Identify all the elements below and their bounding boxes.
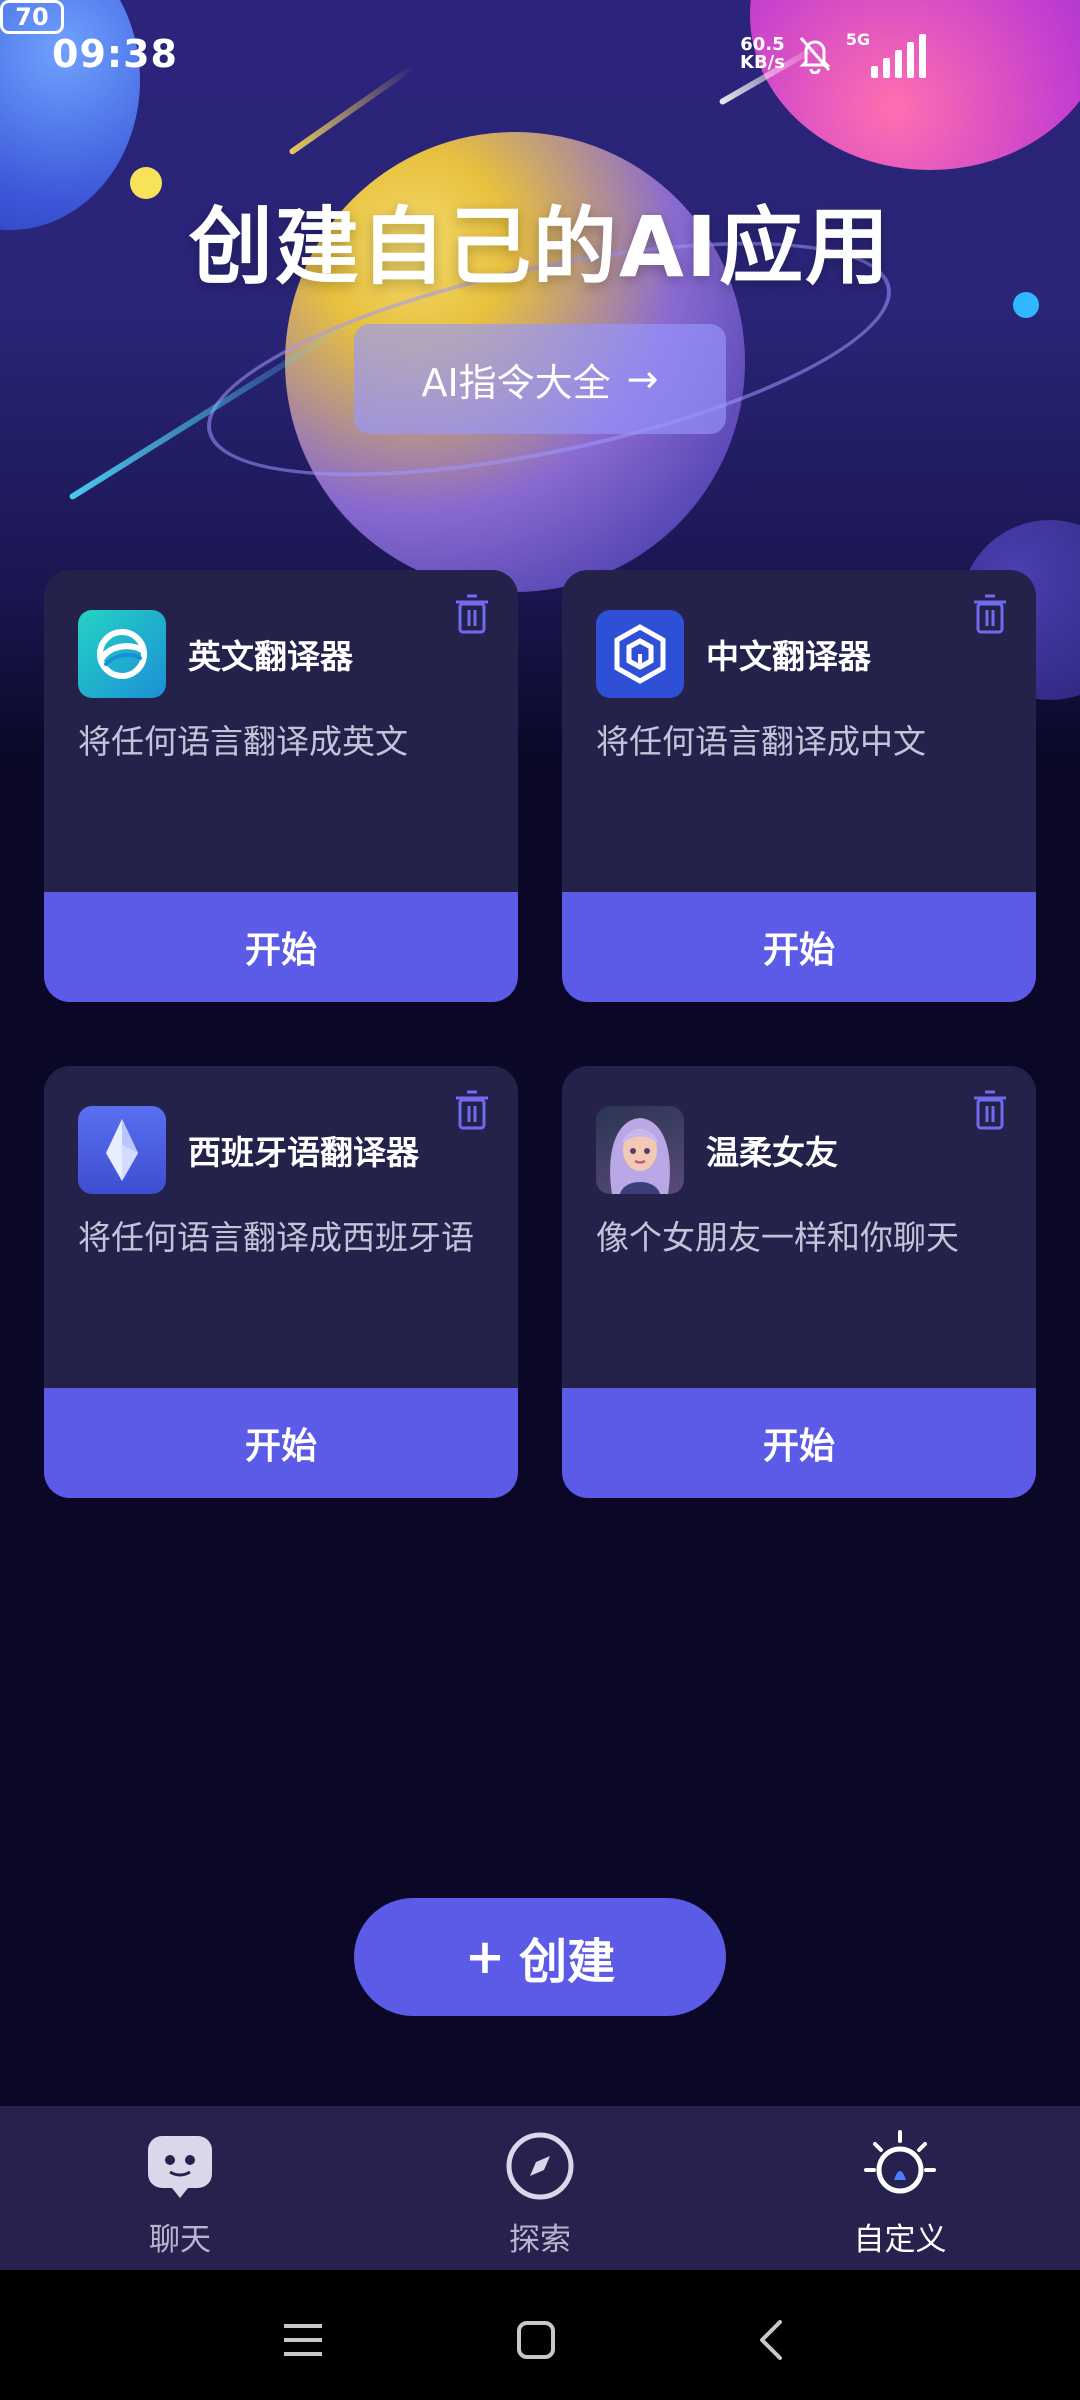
cube-icon (596, 610, 684, 698)
trash-icon[interactable] (968, 1088, 1012, 1132)
tab-custom[interactable]: 自定义 (800, 2128, 1000, 2259)
network-type: 5G (845, 30, 871, 49)
network-speed: 60.5 KB/s (740, 34, 785, 73)
card-description: 将任何语言翻译成中文 (596, 722, 926, 761)
status-time: 09:38 (52, 32, 178, 76)
app-card-girlfriend[interactable]: 温柔女友 像个女朋友一样和你聊天 开始 (562, 1066, 1036, 1498)
tab-explore[interactable]: 探索 (440, 2128, 640, 2259)
crystal-icon (78, 1106, 166, 1194)
start-button[interactable]: 开始 (562, 892, 1036, 1002)
bell-muted-icon (795, 30, 835, 78)
start-button[interactable]: 开始 (44, 1388, 518, 1498)
page-title: 创建自己的AI应用 (188, 198, 892, 296)
trash-icon[interactable] (968, 592, 1012, 636)
app-card-english[interactable]: 英文翻译器 将任何语言翻译成英文 开始 (44, 570, 518, 1002)
trash-icon[interactable] (450, 1088, 494, 1132)
system-nav-bar (0, 2270, 1080, 2400)
card-title: 中文翻译器 (706, 637, 871, 676)
arrow-right-icon: → (626, 357, 659, 401)
start-button[interactable]: 开始 (44, 892, 518, 1002)
bottom-tab-bar: 聊天 探索 自定义 (0, 2106, 1080, 2270)
create-button[interactable]: + 创建 (354, 1898, 726, 2016)
menu-icon[interactable] (273, 2310, 333, 2370)
tab-label: 聊天 (149, 2222, 211, 2258)
robot-chat-icon (142, 2128, 218, 2204)
start-button[interactable]: 开始 (562, 1388, 1036, 1498)
signal-icon (870, 30, 926, 78)
plus-icon: + (464, 1929, 506, 1985)
create-label: 创建 (519, 1934, 616, 1990)
battery-icon: 70 (0, 0, 64, 34)
tab-chat[interactable]: 聊天 (80, 2128, 280, 2259)
app-card-chinese[interactable]: 中文翻译器 将任何语言翻译成中文 开始 (562, 570, 1036, 1002)
ai-guide-button[interactable]: AI指令大全 → (354, 324, 726, 434)
home-icon[interactable] (506, 2310, 566, 2370)
back-icon[interactable] (740, 2310, 800, 2370)
girl-avatar (596, 1106, 684, 1194)
card-description: 将任何语言翻译成西班牙语 (78, 1218, 474, 1257)
card-title: 温柔女友 (706, 1133, 838, 1172)
trash-icon[interactable] (450, 592, 494, 636)
app-card-spanish[interactable]: 西班牙语翻译器 将任何语言翻译成西班牙语 开始 (44, 1066, 518, 1498)
ai-guide-label: AI指令大全 (421, 360, 611, 405)
compass-icon (502, 2128, 578, 2204)
card-title: 英文翻译器 (188, 637, 353, 676)
card-description: 将任何语言翻译成英文 (78, 722, 408, 761)
bulb-icon (862, 2128, 938, 2204)
card-title: 西班牙语翻译器 (188, 1133, 419, 1172)
card-description: 像个女朋友一样和你聊天 (596, 1218, 959, 1257)
globe-swirl-icon (78, 610, 166, 698)
status-bar: 09:38 60.5 KB/s 5G 70 (0, 0, 1080, 110)
tab-label: 探索 (509, 2222, 571, 2258)
tab-label: 自定义 (853, 2222, 947, 2258)
